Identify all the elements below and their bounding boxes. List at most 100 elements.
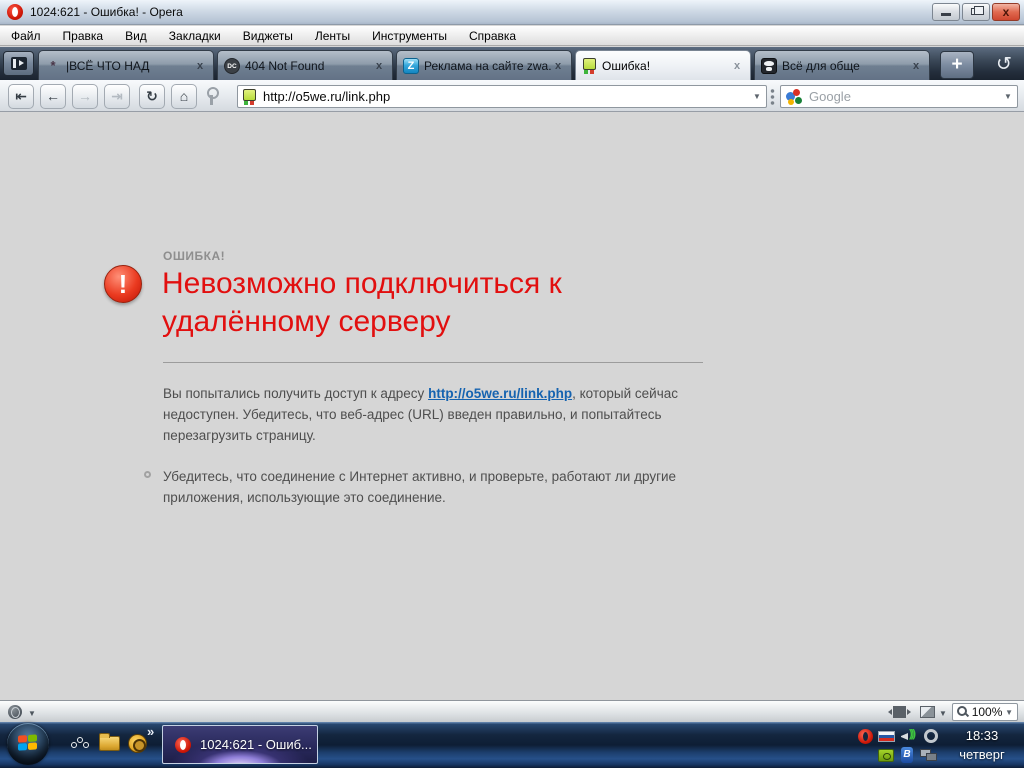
error-divider [163, 362, 703, 363]
zoom-control[interactable]: 100% ▼ [952, 703, 1018, 721]
tab-close-icon[interactable]: x [193, 60, 207, 72]
error-text-pre: Вы попытались получить доступ к адресу [163, 386, 428, 401]
tray-opera-icon[interactable] [858, 729, 873, 744]
magnifier-icon [957, 706, 969, 718]
quicklaunch-folder-icon[interactable] [99, 736, 120, 751]
desktop-screen: 1024:621 - Ошибка! - Opera x Файл Правка… [0, 0, 1024, 768]
minimize-button[interactable] [932, 3, 960, 21]
images-dropdown-icon[interactable]: ▼ [939, 709, 947, 718]
window-controls: x [932, 3, 1020, 21]
wand-key-icon[interactable] [205, 87, 217, 106]
windows-taskbar: » 1024:621 - Ошиб... B 18:33 четверг [0, 722, 1024, 768]
system-tray: B [852, 722, 952, 768]
new-tab-button[interactable]: + [940, 51, 974, 79]
tray-language-flag-icon[interactable] [878, 731, 895, 742]
address-bar[interactable]: http://o5we.ru/link.php ▼ [237, 85, 767, 108]
tab-label: Всё для обще [782, 59, 909, 73]
search-input[interactable]: Google [809, 89, 999, 104]
clock-time: 18:33 [946, 728, 1018, 743]
tab-close-icon[interactable]: x [551, 60, 565, 72]
panels-toggle-button[interactable] [3, 51, 34, 76]
error-paragraph: Вы попытались получить доступ к адресу h… [163, 383, 679, 446]
quicklaunch-mascot-icon[interactable] [128, 734, 147, 753]
tab-404-not-found[interactable]: DC 404 Not Found x [217, 50, 393, 80]
navigation-toolbar: ⇤ ← → ⇥ ↻ ⌂ http://o5we.ru/link.php ▼ Go… [0, 80, 1024, 112]
tray-clock[interactable]: 18:33 четверг [946, 722, 1018, 768]
page-content: ! ОШИБКА! Невозможно подключиться к удал… [0, 112, 1024, 700]
tab-close-icon[interactable]: x [372, 60, 386, 72]
opera-taskbar-icon [175, 737, 191, 753]
tabs-strip: * |ВСЁ ЧТО НАД x DC 404 Not Found x Z Ре… [38, 50, 933, 80]
tray-network-icon[interactable] [920, 749, 940, 763]
window-title: 1024:621 - Ошибка! - Opera [30, 0, 183, 25]
menu-widgets[interactable]: Виджеты [234, 26, 302, 46]
view-mode-dropdown-icon[interactable]: ▼ [28, 709, 36, 718]
menu-edit[interactable]: Правка [54, 26, 113, 46]
address-dropdown-icon[interactable]: ▼ [748, 92, 766, 101]
close-button[interactable]: x [992, 3, 1020, 21]
bullet-icon [144, 471, 151, 478]
menu-tools[interactable]: Инструменты [363, 26, 456, 46]
menu-file[interactable]: Файл [2, 26, 50, 46]
fast-forward-button[interactable]: ⇥ [104, 84, 130, 109]
opera-app-icon [7, 4, 23, 20]
error-label: ОШИБКА! [163, 249, 225, 263]
search-dropdown-icon[interactable]: ▼ [999, 92, 1017, 101]
menu-feeds[interactable]: Ленты [306, 26, 359, 46]
window-titlebar: 1024:621 - Ошибка! - Opera x [0, 0, 1024, 25]
tray-update-icon[interactable] [924, 729, 938, 743]
restore-button[interactable] [962, 3, 990, 21]
menu-view[interactable]: Вид [116, 26, 156, 46]
zoom-dropdown-icon[interactable]: ▼ [1005, 708, 1013, 717]
error-url-link[interactable]: http://o5we.ru/link.php [428, 386, 572, 401]
mask-favicon [761, 58, 777, 74]
address-input[interactable]: http://o5we.ru/link.php [263, 89, 748, 104]
clock-day: четверг [946, 747, 1018, 762]
tab-label: 404 Not Found [245, 59, 372, 73]
forward-button[interactable]: → [72, 84, 98, 109]
dc-favicon: DC [224, 58, 240, 74]
zoom-level-value: 100% [969, 705, 1005, 719]
tray-nvidia-icon[interactable] [878, 749, 894, 762]
status-bar: ▼ ▼ 100% ▼ [0, 700, 1024, 722]
menu-bar: Файл Правка Вид Закладки Виджеты Ленты И… [0, 26, 1024, 46]
error-bullet-text: Убедитесь, что соединение с Интернет акт… [163, 466, 693, 508]
reload-button[interactable]: ↻ [139, 84, 165, 109]
tab-error-active[interactable]: Ошибка! x [575, 50, 751, 80]
back-button[interactable]: ← [40, 84, 66, 109]
windows-logo-icon [18, 734, 38, 752]
tab-label: Ошибка! [602, 59, 730, 73]
taskbar-window-button[interactable]: 1024:621 - Ошиб... [162, 725, 318, 764]
quicklaunch-overflow-chevron[interactable]: » [147, 724, 154, 739]
tab-reklama[interactable]: Z Реклама на сайте zwa... x [396, 50, 572, 80]
taskbar-window-label: 1024:621 - Ошиб... [200, 737, 312, 752]
tab-vse-chto-nad[interactable]: * |ВСЁ ЧТО НАД x [38, 50, 214, 80]
rewind-button[interactable]: ⇤ [8, 84, 34, 109]
minimize-icon [941, 13, 951, 16]
tab-vse-dlya-obshe[interactable]: Всё для обще x [754, 50, 930, 80]
search-field[interactable]: Google ▼ [780, 85, 1018, 108]
tab-bar: * |ВСЁ ЧТО НАД x DC 404 Not Found x Z Ре… [0, 47, 1024, 80]
address-page-favicon [242, 89, 257, 105]
tab-label: |ВСЁ ЧТО НАД [66, 59, 193, 73]
tray-volume-icon[interactable] [901, 730, 919, 743]
menu-help[interactable]: Справка [460, 26, 525, 46]
fit-to-width-icon[interactable] [893, 706, 906, 718]
quicklaunch-rings-icon[interactable] [71, 737, 93, 751]
start-button[interactable] [7, 723, 49, 765]
home-button[interactable]: ⌂ [171, 84, 197, 109]
reopen-closed-tabs-icon[interactable]: ↺ [988, 51, 1020, 79]
restore-icon [971, 8, 979, 15]
tab-label: Реклама на сайте zwa... [424, 59, 551, 73]
z-favicon: Z [403, 58, 419, 74]
tray-bluetooth-icon[interactable]: B [901, 747, 913, 763]
page-favicon [582, 58, 597, 74]
panels-icon [11, 57, 27, 70]
view-mode-globe-icon[interactable] [8, 705, 22, 719]
images-toggle-icon[interactable] [920, 706, 935, 718]
toolbar-splitter-handle[interactable] [770, 88, 775, 105]
menu-bookmarks[interactable]: Закладки [160, 26, 230, 46]
error-icon: ! [104, 265, 142, 303]
tab-close-icon[interactable]: x [909, 60, 923, 72]
tab-close-icon[interactable]: x [730, 60, 744, 72]
